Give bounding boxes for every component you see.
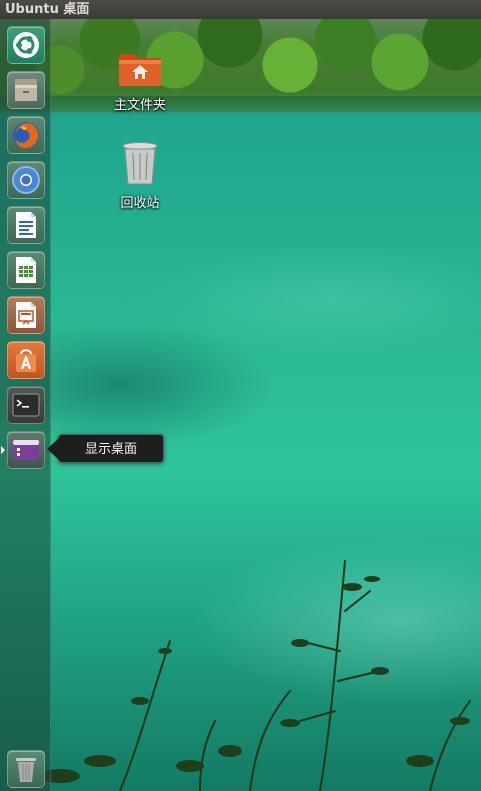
launcher-item-firefox[interactable] — [7, 116, 45, 154]
unity-launcher — [0, 19, 51, 791]
launcher-item-software-center[interactable] — [7, 341, 45, 379]
launcher-item-libreoffice-impress[interactable] — [7, 296, 45, 334]
trash-icon — [16, 758, 36, 782]
launcher-item-show-desktop[interactable] — [7, 431, 45, 469]
active-indicator — [1, 446, 5, 454]
top-panel: Ubuntu 桌面 — [0, 0, 481, 19]
wallpaper-shoreline — [0, 96, 481, 116]
launcher-item-libreoffice-writer[interactable] — [7, 206, 45, 244]
launcher-item-libreoffice-calc[interactable] — [7, 251, 45, 289]
tooltip-arrow — [47, 438, 59, 460]
launcher-item-dash-home[interactable] — [7, 26, 45, 64]
firefox-icon — [13, 122, 39, 148]
desktop-wallpaper — [0, 0, 481, 791]
wallpaper-foliage — [40, 560, 471, 791]
show-desktop-icon — [13, 440, 39, 460]
home-folder-icon — [119, 54, 161, 86]
launcher-item-files[interactable] — [7, 71, 45, 109]
trash-icon — [122, 142, 158, 185]
file-manager-icon — [15, 79, 37, 101]
writer-icon — [16, 212, 36, 238]
launcher-item-trash[interactable] — [7, 750, 45, 788]
tooltip-label: 显示桌面 — [84, 442, 137, 457]
launcher-item-terminal[interactable] — [7, 386, 45, 424]
chromium-icon — [12, 166, 40, 194]
desktop-icon-trash[interactable]: 回收站 — [100, 140, 180, 211]
desktop-icon-label: 主文件夹 — [113, 98, 166, 113]
ubuntu-logo-icon — [13, 32, 39, 58]
desktop-icon-home-folder[interactable]: 主文件夹 — [100, 48, 180, 113]
launcher-tooltip: 显示桌面 — [58, 434, 164, 463]
software-center-icon — [16, 349, 36, 372]
top-panel-title: Ubuntu 桌面 — [5, 2, 90, 17]
terminal-icon — [12, 393, 40, 417]
desktop-icon-label: 回收站 — [120, 196, 160, 211]
launcher-item-chromium[interactable] — [7, 161, 45, 199]
impress-icon — [16, 302, 36, 328]
calc-icon — [16, 257, 36, 283]
